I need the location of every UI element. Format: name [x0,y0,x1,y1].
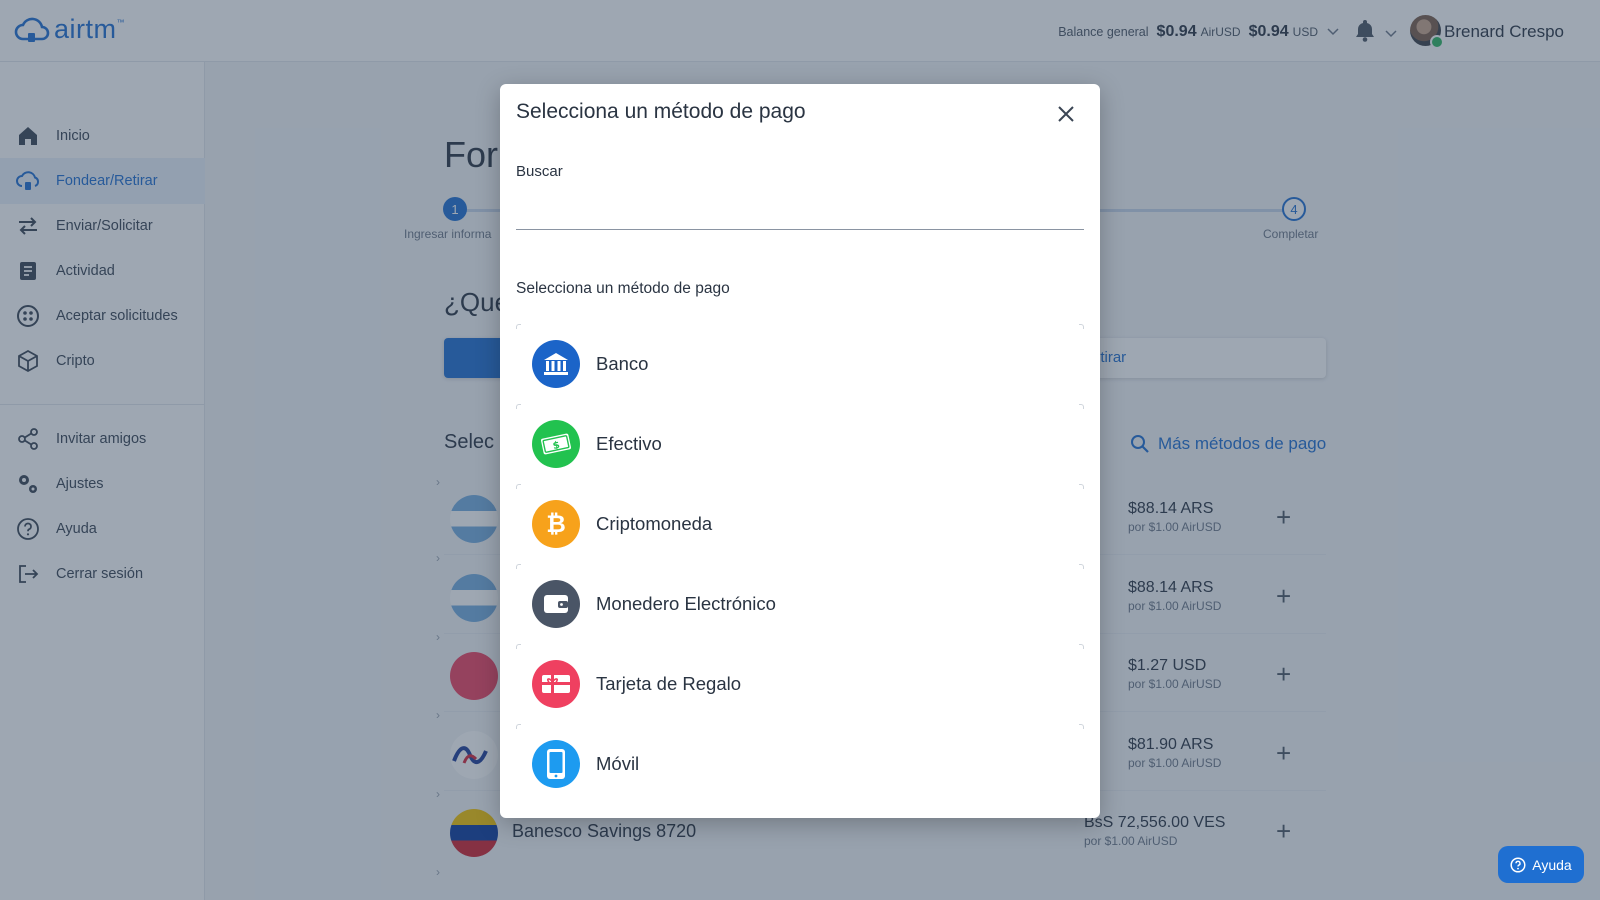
method-label: Criptomoneda [596,513,713,534]
method-tarjeta-de-regalo[interactable]: Tarjeta de Regalo [516,644,1084,724]
modal-title: Selecciona un método de pago [516,100,806,123]
method-criptomoneda[interactable]: ₿ Criptomoneda [516,484,1084,564]
svg-text:₿: ₿ [546,510,566,538]
method-list-label: Selecciona un método de pago [516,280,730,297]
method-efectivo[interactable]: $ Efectivo [516,404,1084,484]
question-circle-icon [1510,856,1526,873]
method-label: Monedero Electrónico [596,593,776,614]
close-icon[interactable] [1054,102,1078,126]
method-monedero-electronico[interactable]: Monedero Electrónico [516,564,1084,644]
method-label: Banco [596,353,649,374]
mobile-phone-icon [532,740,580,788]
bank-icon [532,340,580,388]
method-label: Tarjeta de Regalo [596,673,742,694]
gift-card-icon [532,660,580,708]
help-button-label: Ayuda [1532,856,1572,873]
cash-icon: $ [532,420,580,468]
payment-method-list: Banco $ Efectivo ₿ Criptomoneda Monedero… [516,324,1084,804]
search-input[interactable] [516,196,1084,230]
method-label: Efectivo [596,433,662,454]
payment-method-modal: Selecciona un método de pago Buscar Sele… [500,84,1100,818]
wallet-icon [532,580,580,628]
help-button[interactable]: Ayuda [1498,846,1584,883]
method-banco[interactable]: Banco [516,324,1084,404]
bitcoin-icon: ₿ [532,500,580,548]
method-label: Móvil [596,753,640,774]
search-label: Buscar [516,163,563,180]
method-movil[interactable]: Móvil [516,724,1084,804]
